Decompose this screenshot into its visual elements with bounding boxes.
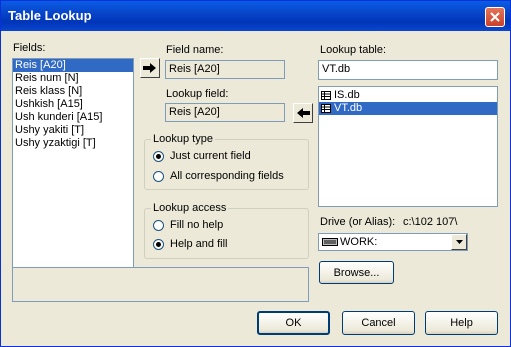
lookup-field-field: Reis [A20] [165,103,285,122]
radio-fill-no-help[interactable]: Fill no help [153,219,223,231]
fields-label: Fields: [13,42,46,54]
window-title: Table Lookup [8,8,92,23]
radio-indicator [153,150,164,162]
list-item[interactable]: Ushkish [A15] [13,98,133,111]
field-name-label: Field name: [166,44,224,56]
table-icon [321,104,331,113]
lookup-field-label: Lookup field: [166,88,229,100]
lookup-access-group: Lookup access Fill no help Help and fill [144,202,309,259]
cancel-button[interactable]: Cancel [342,311,415,335]
ok-button[interactable]: OK [257,311,330,335]
list-item[interactable]: Reis klass [N] [13,85,133,98]
radio-indicator [153,238,164,250]
lookup-type-group: Lookup type Just current field All corre… [144,133,309,190]
lookup-access-label: Lookup access [151,202,229,214]
lookup-table-label: Lookup table: [320,44,387,56]
title-bar[interactable]: Table Lookup [1,1,510,31]
radio-help-and-fill[interactable]: Help and fill [153,238,227,250]
drive-path: c:\102 107\ [403,216,458,228]
radio-label: Help and fill [170,238,228,250]
drive-icon [322,238,338,246]
dialog-body: Fields: Reis [A20] Reis num [N] Reis kla… [1,31,510,346]
lookup-table-listbox[interactable]: IS.db VT.db [318,86,498,207]
close-button[interactable] [485,7,505,27]
chevron-down-icon [455,240,463,244]
drive-dropdown-button[interactable] [451,234,467,250]
drive-select-value: WORK: [340,236,378,248]
list-item[interactable]: Ushy yakiti [T] [13,124,133,137]
radio-indicator [153,170,164,182]
list-item[interactable]: Ushy yzaktigi [T] [13,137,133,150]
drive-label: Drive (or Alias): [320,216,396,228]
arrow-left-icon [297,108,310,118]
browse-button[interactable]: Browse... [319,261,394,284]
list-item[interactable]: Reis num [N] [13,72,133,85]
arrow-right-icon [143,63,156,73]
list-item[interactable]: Reis [A20] [13,59,133,72]
radio-label: All corresponding fields [170,170,284,182]
lookup-table-input[interactable]: VT.db [318,60,498,80]
drive-select[interactable]: WORK: [318,233,468,251]
list-item-label: VT.db [334,102,363,114]
assign-lookup-button[interactable] [293,103,313,123]
field-name-field: Reis [A20] [165,60,285,79]
close-icon [490,12,500,22]
list-item[interactable]: VT.db [319,102,497,115]
table-icon [321,91,331,100]
lookup-type-label: Lookup type [151,133,215,145]
list-item-label: IS.db [334,89,360,101]
fields-listbox[interactable]: Reis [A20] Reis num [N] Reis klass [N] U… [12,58,134,286]
radio-indicator [153,219,164,231]
help-button[interactable]: Help [425,311,498,335]
table-lookup-dialog: Table Lookup Fields: Reis [A20] Reis num… [0,0,511,347]
assign-field-button[interactable] [140,58,160,78]
list-item[interactable]: IS.db [319,89,497,102]
list-item[interactable]: Ush kunderi [A15] [13,111,133,124]
radio-label: Fill no help [170,219,224,231]
radio-all-corresponding-fields[interactable]: All corresponding fields [153,170,284,182]
radio-label: Just current field [170,150,251,162]
radio-just-current-field[interactable]: Just current field [153,150,251,162]
status-panel [12,267,309,302]
